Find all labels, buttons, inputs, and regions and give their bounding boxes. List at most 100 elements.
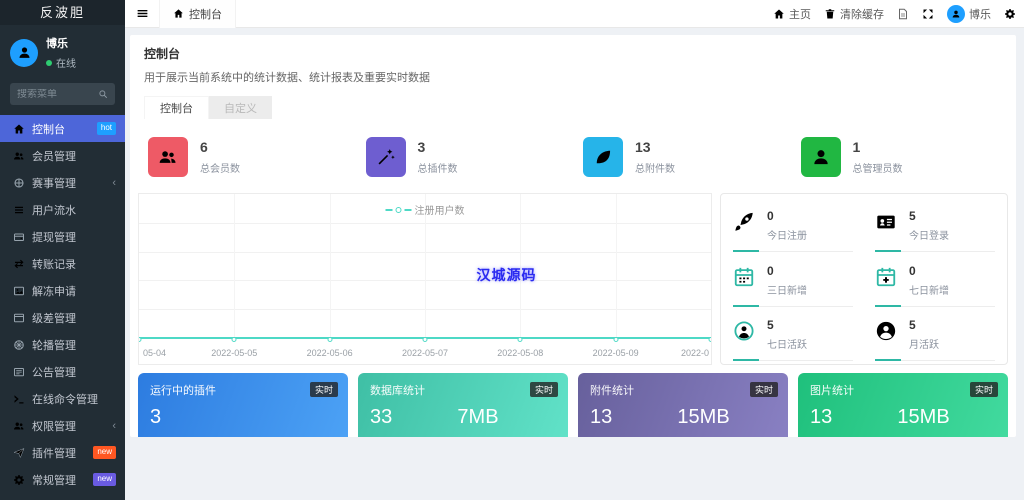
tab-dashboard[interactable]: 控制台 — [144, 96, 209, 119]
sidebar-user-panel[interactable]: 博乐 在线 — [0, 25, 125, 78]
sidebar-item-transfers[interactable]: 转账记录 — [0, 250, 125, 277]
stat-label: 总附件数 — [635, 160, 675, 175]
stat-total-attachments: 13总附件数 — [573, 137, 791, 177]
card-image-stats[interactable]: 图片统计 实时 13图片数量 15MB图片大小 — [798, 373, 1008, 437]
hot-badge: hot — [97, 122, 116, 134]
stat-value: 6 — [200, 139, 240, 155]
admin-user-icon — [801, 137, 841, 177]
wallet-icon — [13, 231, 25, 243]
tab-strip: 控制台 自定义 — [144, 96, 1016, 119]
sidebar-item-announcements[interactable]: 公告管理 — [0, 358, 125, 385]
legend-line-icon — [405, 209, 412, 211]
data-point-marker[interactable] — [613, 337, 618, 342]
document-refresh-icon — [897, 8, 909, 20]
chevron-left-icon: ‹ — [112, 420, 116, 432]
topbar-tab-dashboard[interactable]: 控制台 — [159, 0, 236, 28]
sidebar-item-settings[interactable]: 常规管理new — [0, 466, 125, 493]
collapse-menu-button[interactable] — [125, 0, 159, 28]
quick-stat-month-active: 5 月活跃 — [875, 309, 995, 361]
quick-stat-7day-new: 0 七日新增 — [875, 255, 995, 307]
clear-cache-button[interactable]: 清除缓存 — [824, 6, 884, 22]
x-axis-tick: 2022-0 — [681, 348, 709, 358]
registered-users-chart[interactable]: 注册用户数 汉城源码 — [138, 193, 712, 365]
stat-total-admins: 1总管理员数 — [791, 137, 1009, 177]
realtime-badge: 实时 — [530, 382, 558, 397]
home-icon — [173, 8, 184, 19]
realtime-badge: 实时 — [310, 382, 338, 397]
page-header: 控制台 用于展示当前系统中的统计数据、统计报表及重要实时数据 — [130, 35, 1016, 85]
stat-value: 3 — [418, 139, 458, 155]
chart-row: 注册用户数 汉城源码 — [138, 193, 1008, 365]
sidebar-item-dashboard[interactable]: 控制台hot — [0, 115, 125, 142]
data-point-marker[interactable] — [232, 337, 237, 342]
data-point-marker[interactable] — [423, 337, 428, 342]
card-database-stats[interactable]: 数据库统计 实时 33数据表数量 7MB占用空间 — [358, 373, 568, 437]
card-value: 33 — [370, 406, 457, 428]
user-menu[interactable]: 博乐 — [947, 5, 991, 23]
sidebar-item-plugins[interactable]: 插件管理new — [0, 439, 125, 466]
terminal-icon — [13, 393, 25, 405]
sidebar-item-events[interactable]: 赛事管理‹ — [0, 169, 125, 196]
realtime-badge: 实时 — [750, 382, 778, 397]
quick-stat-3day-new: 0 三日新增 — [733, 255, 853, 307]
users-icon — [13, 420, 25, 432]
data-point-marker[interactable] — [138, 337, 142, 342]
card-value: 15MB — [677, 406, 764, 428]
user-circle-filled-icon — [875, 320, 897, 342]
hamburger-icon — [136, 7, 149, 20]
data-point-marker[interactable] — [709, 337, 713, 342]
menu-search[interactable] — [10, 83, 115, 105]
page-title: 控制台 — [144, 45, 1002, 62]
card-attachment-stats[interactable]: 附件统计 实时 13附件数量 15MB附件大小 — [578, 373, 788, 437]
stat-total-plugins: 3总插件数 — [356, 137, 574, 177]
card-value: 3 — [150, 406, 336, 428]
transfer-icon — [13, 258, 25, 270]
data-point-marker[interactable] — [518, 337, 523, 342]
user-circle-icon — [733, 320, 755, 342]
chart-legend[interactable]: 注册用户数 — [386, 202, 465, 217]
user-icon — [17, 45, 32, 60]
watermark-text: 汉城源码 — [476, 265, 536, 285]
refresh-page-button[interactable] — [897, 8, 909, 20]
fullscreen-button[interactable] — [922, 8, 934, 20]
topbar-actions: 主页 清除缓存 博乐 — [773, 5, 1024, 23]
window-icon — [13, 312, 25, 324]
data-point-marker[interactable] — [327, 337, 332, 342]
sidebar-item-permissions[interactable]: 权限管理‹ — [0, 412, 125, 439]
realtime-badge: 实时 — [970, 382, 998, 397]
sidebar-item-members[interactable]: 会员管理 — [0, 142, 125, 169]
sidebar: 反波胆 博乐 在线 控制台hot 会员管理 赛事管理‹ 用户流水 提现管理 转账… — [0, 0, 125, 500]
trash-icon — [824, 8, 836, 20]
quick-stat-today-login: 5 今日登录 — [875, 200, 995, 252]
stat-total-members: 6总会员数 — [138, 137, 356, 177]
x-axis-tick: 2022-05-07 — [402, 348, 448, 358]
sidebar-menu: 控制台hot 会员管理 赛事管理‹ 用户流水 提现管理 转账记录 解冻申请 级差… — [0, 115, 125, 493]
x-axis-tick: 05-04 — [143, 348, 166, 358]
card-value: 13 — [810, 406, 897, 428]
sidebar-item-user-flow[interactable]: 用户流水 — [0, 196, 125, 223]
sidebar-item-withdrawals[interactable]: 提现管理 — [0, 223, 125, 250]
app-logo: 反波胆 — [0, 0, 125, 25]
topbar: 控制台 主页 清除缓存 博乐 — [125, 0, 1024, 28]
quick-stats-panel: 0 今日注册 5 今日登录 0 三日新增 — [720, 193, 1008, 365]
search-input[interactable] — [17, 89, 98, 100]
legend-line-icon — [386, 209, 393, 211]
users-group-icon — [148, 137, 188, 177]
sidebar-item-carousel[interactable]: 轮播管理 — [0, 331, 125, 358]
sidebar-item-level[interactable]: 级差管理 — [0, 304, 125, 331]
legend-marker-icon — [396, 207, 402, 213]
x-axis-tick: 2022-05-09 — [593, 348, 639, 358]
sidebar-item-unfreeze[interactable]: 解冻申请 — [0, 277, 125, 304]
settings-button[interactable] — [1004, 8, 1016, 20]
id-card-icon — [875, 211, 897, 233]
search-icon — [98, 89, 108, 99]
card-running-plugins[interactable]: 运行中的插件 实时 3 当前运行中的插件数 — [138, 373, 348, 437]
sidebar-item-commands[interactable]: 在线命令管理 — [0, 385, 125, 412]
user-avatar[interactable] — [10, 39, 38, 67]
calendar-icon — [733, 266, 755, 288]
tab-custom[interactable]: 自定义 — [209, 96, 272, 119]
home-button[interactable]: 主页 — [773, 6, 811, 22]
stat-value: 1 — [853, 139, 903, 155]
wheel-icon — [13, 339, 25, 351]
tab-content: 6总会员数 3总插件数 13总附件数 1总管理员数 — [130, 119, 1016, 437]
